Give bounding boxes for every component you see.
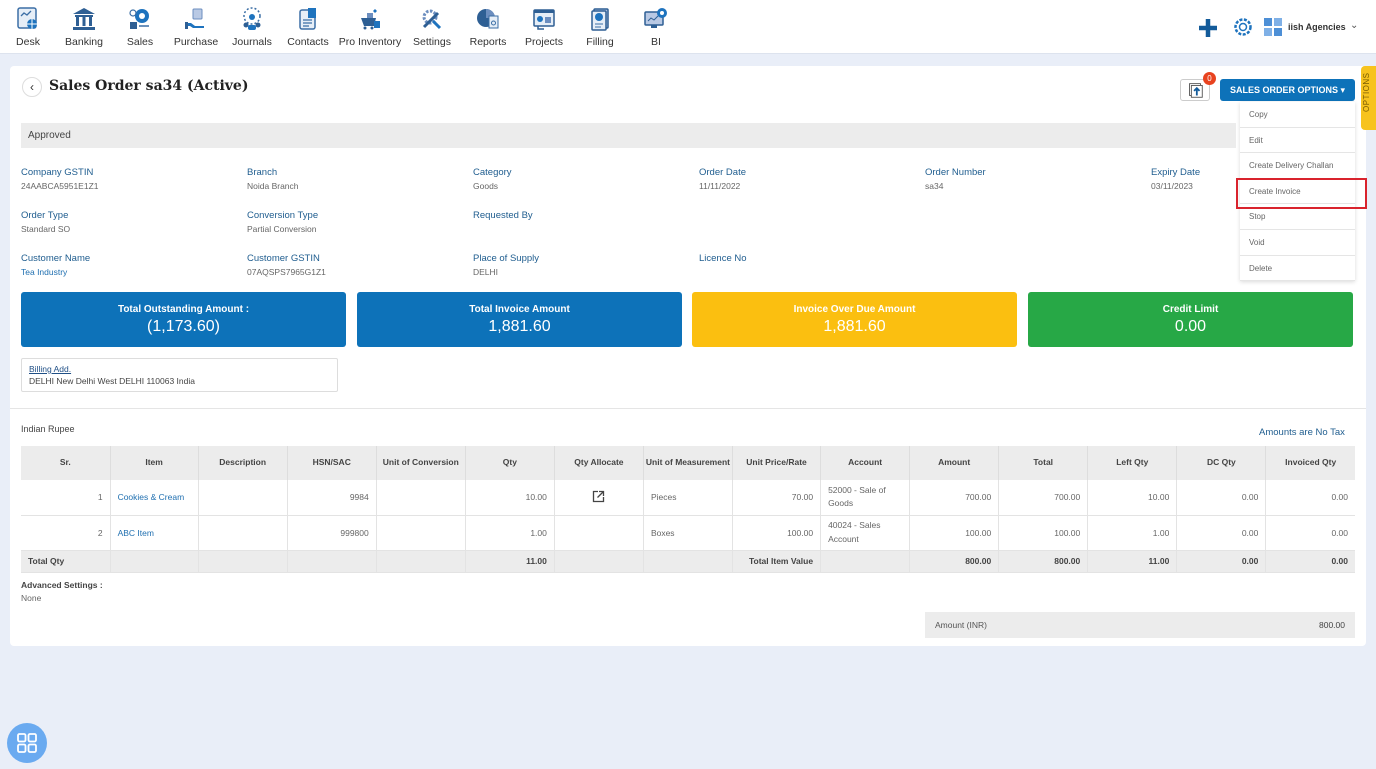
company-name[interactable]: iish Agencies <box>1288 22 1346 32</box>
field-conversion-type: Conversion Type Partial Conversion <box>247 210 319 234</box>
nav-reports[interactable]: Reports <box>460 4 516 48</box>
table-row: 1 Cookies & Cream 9984 10.00 Pieces 70.0… <box>21 480 1355 516</box>
external-link-icon[interactable] <box>592 490 605 503</box>
menu-item-void[interactable]: Void <box>1240 230 1355 256</box>
field-category: Category Goods <box>473 167 512 191</box>
nav-pro-inventory[interactable]: Pro Inventory <box>336 4 404 48</box>
table-total-row: Total Qty 11.00 Total Item Value 800.00 … <box>21 550 1355 573</box>
col-sr: Sr. <box>21 446 111 480</box>
nav-sales[interactable]: Sales <box>112 4 168 48</box>
chevron-down-icon[interactable]: ⌄ <box>1350 20 1358 31</box>
billing-address-link[interactable]: Billing Add. <box>29 364 330 374</box>
apps-menu-button[interactable] <box>7 723 47 763</box>
top-navigation: Desk Banking Sales Purchase Journals Con… <box>0 0 1376 54</box>
nav-projects[interactable]: Projects <box>516 4 572 48</box>
stat-invoice-overdue: Invoice Over Due Amount 1,881.60 <box>692 292 1017 347</box>
col-invoiced-qty: Invoiced Qty <box>1265 446 1355 480</box>
menu-item-create-delivery-challan[interactable]: Create Delivery Challan <box>1240 153 1355 179</box>
field-place-of-supply: Place of Supply DELHI <box>473 253 540 277</box>
currency-label: Indian Rupee <box>21 424 75 434</box>
status-bar: Approved <box>21 123 1236 148</box>
add-icon[interactable] <box>1197 17 1219 39</box>
projects-icon <box>533 9 555 30</box>
field-customer-gstin: Customer GSTIN 07AQSPS7965G1Z1 <box>247 253 326 277</box>
nav-filling[interactable]: Filling <box>572 4 628 48</box>
table-row: 2 ABC Item 999800 1.00 Boxes 100.00 4002… <box>21 515 1355 551</box>
menu-item-delete[interactable]: Delete <box>1240 256 1355 282</box>
settings-icon <box>422 9 442 30</box>
item-link[interactable]: ABC Item <box>110 515 199 551</box>
col-total: Total <box>998 446 1089 480</box>
stat-credit-limit: Credit Limit 0.00 <box>1028 292 1353 347</box>
col-description: Description <box>198 446 288 480</box>
col-qty-allocate: Qty Allocate <box>554 446 644 480</box>
nav-settings[interactable]: Settings <box>404 4 460 48</box>
field-order-date: Order Date 11/11/2022 <box>699 167 746 191</box>
grid-icon <box>17 733 37 753</box>
nav-journals[interactable]: Journals <box>224 4 280 48</box>
options-side-tab[interactable]: OPTIONS <box>1361 66 1376 130</box>
filling-icon <box>591 8 609 31</box>
col-item: Item <box>110 446 199 480</box>
col-unit-of-measurement: Unit of Measurement <box>643 446 734 480</box>
col-unit-price: Unit Price/Rate <box>732 446 822 480</box>
bi-icon <box>644 8 667 28</box>
col-qty: Qty <box>465 446 555 480</box>
nav-bi[interactable]: BI <box>628 4 684 48</box>
col-dc-qty: DC Qty <box>1176 446 1267 480</box>
amount-summary: Amount (INR) 800.00 <box>925 612 1355 638</box>
nav-purchase[interactable]: Purchase <box>168 4 224 48</box>
menu-item-create-invoice[interactable]: Create Invoice <box>1240 179 1355 205</box>
field-requested-by: Requested By <box>473 210 533 221</box>
menu-item-stop[interactable]: Stop <box>1240 204 1355 230</box>
nav-banking[interactable]: Banking <box>56 4 112 48</box>
field-licence-no: Licence No <box>699 253 747 264</box>
table-header-row: Sr. Item Description HSN/SAC Unit of Con… <box>21 446 1355 480</box>
bank-icon <box>73 8 95 30</box>
journals-icon <box>243 7 261 30</box>
back-button[interactable]: ‹ <box>22 77 42 97</box>
item-link[interactable]: Cookies & Cream <box>110 480 199 516</box>
field-branch: Branch Noida Branch <box>247 167 299 191</box>
section-divider <box>10 408 1366 409</box>
field-order-number: Order Number sa34 <box>925 167 986 191</box>
company-logo-icon <box>1264 18 1282 36</box>
col-amount: Amount <box>909 446 1000 480</box>
billing-address-box: Billing Add. DELHI New Delhi West DELHI … <box>21 358 338 392</box>
field-company-gstin: Company GSTIN 24AABCA5951E1Z1 <box>21 167 99 191</box>
qty-allocate-cell <box>554 480 644 516</box>
nav-contacts[interactable]: Contacts <box>280 4 336 48</box>
items-table: Sr. Item Description HSN/SAC Unit of Con… <box>21 446 1355 573</box>
tax-note-link[interactable]: Amounts are No Tax <box>1259 427 1345 438</box>
menu-item-edit[interactable]: Edit <box>1240 128 1355 154</box>
col-left-qty: Left Qty <box>1087 446 1178 480</box>
advanced-settings-value: None <box>21 593 42 603</box>
advanced-settings-label: Advanced Settings : <box>21 580 103 590</box>
stat-total-invoice: Total Invoice Amount 1,881.60 <box>357 292 682 347</box>
col-unit-of-conversion: Unit of Conversion <box>376 446 466 480</box>
stat-total-outstanding: Total Outstanding Amount : (1,173.60) <box>21 292 346 347</box>
sales-order-options-button[interactable]: SALES ORDER OPTIONS ▾ <box>1220 79 1355 101</box>
options-dropdown-menu: Copy Edit Create Delivery Challan Create… <box>1240 102 1355 282</box>
page-title: Sales Order sa34 (Active) <box>49 78 249 94</box>
col-hsn-sac: HSN/SAC <box>287 446 377 480</box>
inventory-icon <box>361 9 380 30</box>
field-order-type: Order Type Standard SO <box>21 210 71 234</box>
field-customer-name: Customer Name Tea Industry <box>21 253 91 277</box>
field-expiry-date: Expiry Date 03/11/2023 <box>1151 167 1201 191</box>
contacts-icon <box>299 8 316 30</box>
reports-icon <box>477 9 499 29</box>
nav-desk[interactable]: Desk <box>0 4 56 48</box>
customer-name-link[interactable]: Tea Industry <box>21 267 90 277</box>
desk-icon <box>17 7 37 29</box>
purchase-icon <box>185 8 204 29</box>
notification-badge: 0 <box>1203 72 1216 85</box>
col-account: Account <box>820 446 911 480</box>
menu-item-copy[interactable]: Copy <box>1240 102 1355 128</box>
gear-icon[interactable] <box>1232 16 1254 38</box>
sales-icon <box>129 9 149 29</box>
